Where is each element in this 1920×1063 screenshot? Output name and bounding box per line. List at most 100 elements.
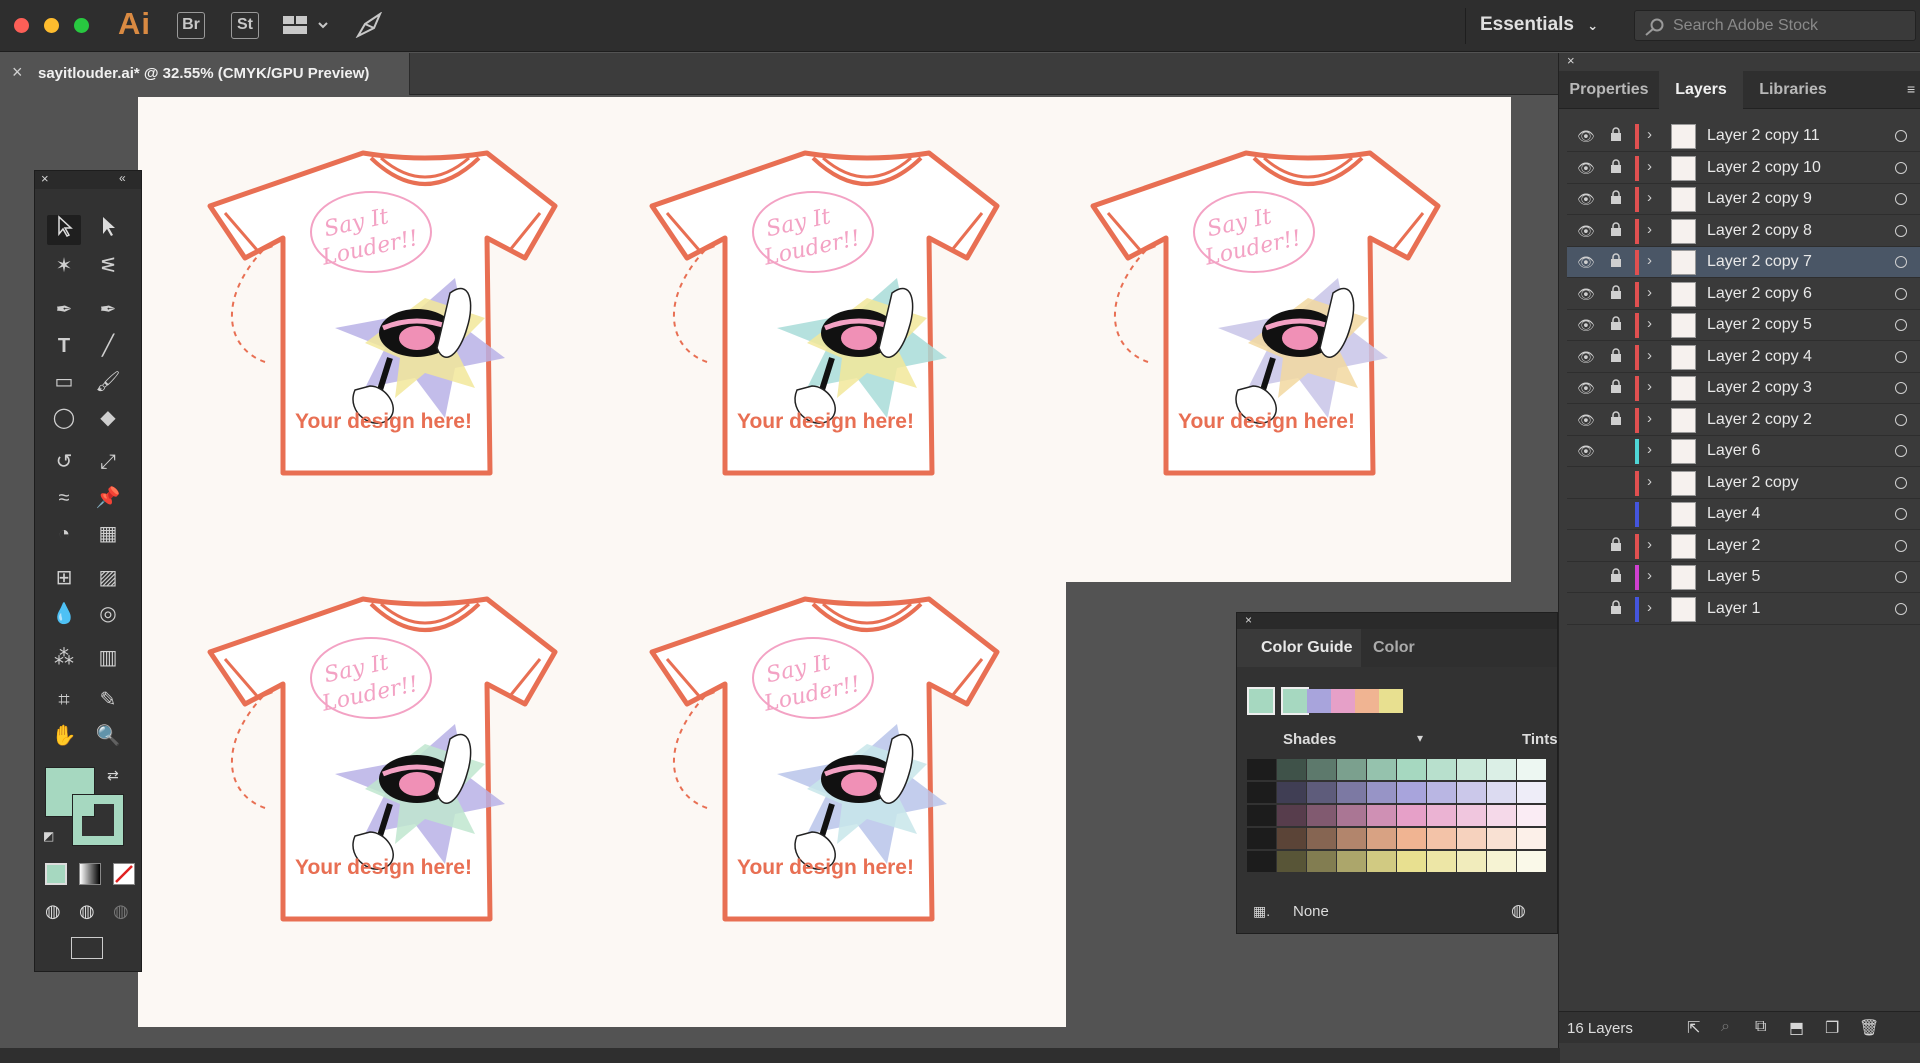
expand-chevron-icon[interactable]: › [1647,252,1652,269]
variation-swatch[interactable] [1337,851,1366,872]
harmony-swatch[interactable] [1355,689,1379,713]
variation-swatch[interactable] [1427,805,1456,826]
target-circle-icon[interactable] [1895,130,1907,142]
layer-row[interactable]: 👁 › Layer 2 copy 3 [1567,373,1920,404]
eraser-tool-icon[interactable]: ◆ [91,403,125,433]
lock-icon[interactable] [1610,127,1622,141]
expand-chevron-icon[interactable]: › [1647,410,1652,427]
variation-swatch[interactable] [1247,828,1276,849]
variation-swatch[interactable] [1307,782,1336,803]
variation-swatch[interactable] [1457,805,1486,826]
variation-swatch[interactable] [1517,782,1546,803]
gradient-tool-icon[interactable]: ▨ [91,563,125,593]
layer-name[interactable]: Layer 4 [1707,505,1760,523]
target-circle-icon[interactable] [1895,508,1907,520]
layer-name[interactable]: Layer 2 copy 4 [1707,348,1812,366]
target-circle-icon[interactable] [1895,539,1907,552]
target-circle-icon[interactable] [1895,319,1907,331]
layer-name[interactable]: Layer 2 copy 10 [1707,159,1821,177]
layer-name[interactable]: Layer 2 copy 7 [1707,253,1812,271]
variation-swatch[interactable] [1307,805,1336,826]
visibility-eye-icon[interactable]: 👁 [1577,160,1595,177]
draw-inside-icon[interactable]: ◍ [113,901,129,922]
layer-row[interactable]: 👁 › Layer 2 copy 9 [1567,184,1920,215]
lock-icon[interactable] [1610,284,1622,299]
variation-swatch[interactable] [1427,851,1456,872]
variation-swatch[interactable] [1427,828,1456,849]
variation-swatch[interactable] [1487,828,1516,849]
screen-mode-icon[interactable] [71,937,103,959]
expand-chevron-icon[interactable]: › [1647,315,1652,332]
new-sublayer-icon[interactable]: ⬒ [1789,1018,1804,1038]
curvature-tool-icon[interactable]: ✒ [91,295,125,325]
target-circle-icon[interactable] [1895,571,1907,583]
expand-chevron-icon[interactable]: › [1647,441,1652,458]
type-tool-icon[interactable]: T [47,331,81,361]
variation-swatch[interactable] [1397,782,1426,803]
draw-behind-icon[interactable]: ◍ [79,901,95,922]
variation-swatch[interactable] [1337,759,1366,780]
shaper-tool-icon[interactable]: ◯ [47,403,81,433]
target-circle-icon[interactable] [1895,256,1907,268]
visibility-eye-icon[interactable]: 👁 [1577,286,1595,303]
edit-colors-icon[interactable]: ◍ [1511,901,1526,921]
variation-swatch[interactable] [1517,805,1546,826]
layer-name[interactable]: Layer 2 copy 2 [1707,411,1812,429]
layer-row[interactable]: 👁 › Layer 2 copy 2 [1567,405,1920,436]
locate-object-icon[interactable]: ⌕ [1721,1018,1730,1036]
lock-icon[interactable] [1610,410,1622,425]
tshirt-mockup[interactable]: Say It Louder!! Your design here! [647,574,1067,994]
variation-swatch[interactable] [1487,805,1516,826]
mesh-tool-icon[interactable]: ⊞ [47,563,81,593]
variation-swatch[interactable] [1397,759,1426,780]
pen-tool-icon[interactable]: ✒ [47,295,81,325]
target-circle-icon[interactable] [1895,193,1907,205]
close-panel-icon[interactable]: × [1245,613,1252,627]
column-graph-tool-icon[interactable]: ▥ [91,643,125,673]
layer-name[interactable]: Layer 2 copy 9 [1707,190,1812,208]
target-circle-icon[interactable] [1895,602,1907,615]
tab-libraries[interactable]: Libraries [1743,71,1843,109]
expand-chevron-icon[interactable]: › [1647,158,1652,175]
variation-swatch[interactable] [1457,828,1486,849]
tshirt-mockup[interactable]: Say It Louder!! Your design here! [205,574,625,994]
tab-color-guide[interactable]: Color Guide [1237,629,1361,667]
variation-swatch[interactable] [1307,759,1336,780]
layer-row[interactable]: 👁 › Layer 2 copy 5 [1567,310,1920,341]
tshirt-mockup[interactable]: Say It Louder!! Your design here! [647,128,1067,548]
layer-name[interactable]: Layer 2 copy 8 [1707,222,1812,240]
layer-row[interactable]: › Layer 5 [1567,562,1920,593]
variation-swatch[interactable] [1367,805,1396,826]
harmony-swatch[interactable] [1331,689,1355,713]
layer-name[interactable]: Layer 2 copy 6 [1707,285,1812,303]
swap-fill-stroke-icon[interactable]: ⇄ [107,767,119,784]
layer-name[interactable]: Layer 2 copy [1707,474,1799,492]
variation-swatch[interactable] [1247,851,1276,872]
layer-name[interactable]: Layer 2 copy 11 [1707,127,1820,145]
lock-icon[interactable] [1610,379,1622,393]
variation-swatch[interactable] [1517,828,1546,849]
chevron-down-icon[interactable]: ▾ [1417,731,1423,745]
variation-swatch[interactable] [1517,759,1546,780]
harmony-swatch[interactable] [1379,689,1403,713]
layer-name[interactable]: Layer 2 copy 5 [1707,316,1812,334]
selection-tool-icon[interactable] [47,215,81,245]
layer-name[interactable]: Layer 2 [1707,537,1760,555]
visibility-eye-icon[interactable]: 👁 [1577,443,1595,460]
close-panel-icon[interactable]: × [41,171,49,186]
variation-swatch[interactable] [1457,759,1486,780]
expand-chevron-icon[interactable]: › [1647,567,1652,584]
layer-name[interactable]: Layer 6 [1707,442,1760,460]
expand-chevron-icon[interactable]: › [1647,189,1652,206]
target-circle-icon[interactable] [1895,224,1907,237]
expand-chevron-icon[interactable]: › [1647,599,1652,616]
expand-chevron-icon[interactable]: › [1647,284,1652,301]
variation-swatch[interactable] [1367,851,1396,872]
lock-icon[interactable] [1610,158,1622,173]
variation-swatch[interactable] [1367,828,1396,849]
tab-color[interactable]: Color [1373,629,1415,667]
visibility-eye-icon[interactable]: 👁 [1577,380,1595,397]
visibility-eye-icon[interactable]: 👁 [1577,128,1595,145]
variation-swatch[interactable] [1337,828,1366,849]
gradient-mode-icon[interactable] [79,863,101,885]
